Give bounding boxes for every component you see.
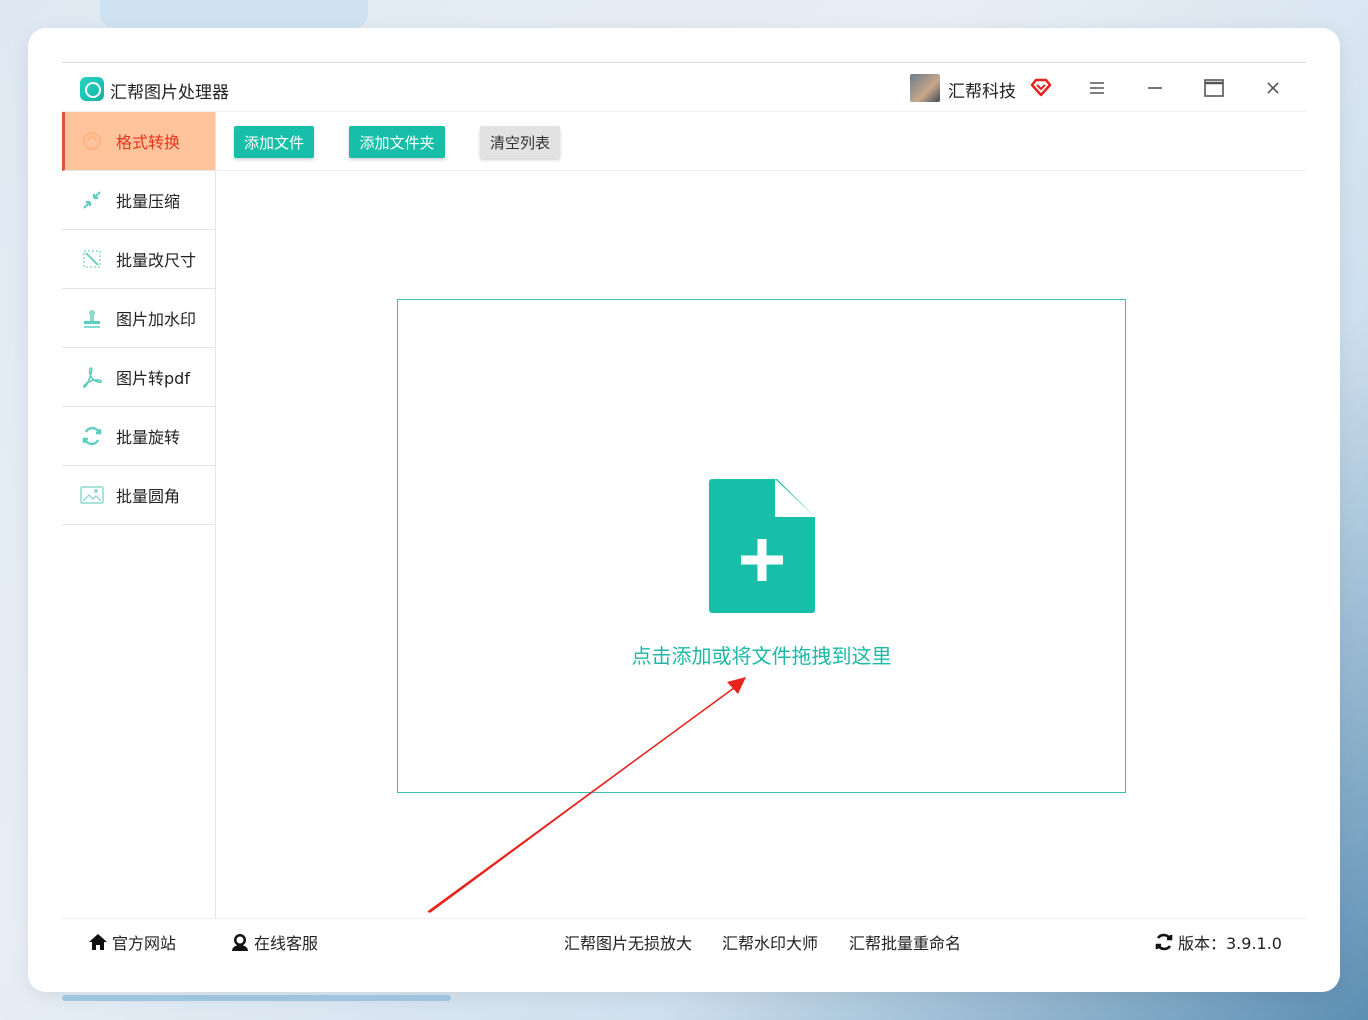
add-file-icon [709,479,815,613]
sidebar-item-label: 批量圆角 [116,487,181,506]
sidebar-item-label: 图片加水印 [116,310,197,329]
footer: 官方网站 在线客服 汇帮图片无损放大 汇帮水印大师 汇帮批量重命名 版本：3.9… [62,918,1306,961]
menu-icon [1090,82,1104,94]
toolbar: 添加文件 添加文件夹 清空列表 [216,112,1306,171]
rotate-icon [80,424,104,448]
add-file-button[interactable]: 添加文件 [234,126,314,158]
file-drop-zone[interactable]: 点击添加或将文件拖拽到这里 [397,299,1126,793]
batch-rename-link[interactable]: 汇帮批量重命名 [849,930,961,954]
minimize-icon [1148,87,1162,89]
official-site-link[interactable]: 官方网站 [88,930,176,954]
app-logo-icon [80,77,104,101]
drop-zone-text: 点击添加或将文件拖拽到这里 [631,644,892,668]
customer-service-icon [232,934,248,951]
version-info[interactable]: 版本：3.9.1.0 [1154,930,1282,954]
sidebar-item-to-pdf[interactable]: 图片转pdf [62,348,215,407]
sidebar-item-label: 批量压缩 [116,192,181,211]
minimize-button[interactable] [1142,75,1168,101]
app-window: 汇帮图片处理器 汇帮科技 格式转换 批量压缩 批量改尺寸 图片加水印 图片转pd… [62,62,1306,960]
user-name[interactable]: 汇帮科技 [948,77,1016,102]
sidebar: 格式转换 批量压缩 批量改尺寸 图片加水印 图片转pdf 批量旋转 批量圆角 [62,112,216,918]
sidebar-item-label: 批量改尺寸 [116,251,197,270]
app-title: 汇帮图片处理器 [110,83,229,103]
sidebar-item-resize[interactable]: 批量改尺寸 [62,230,215,289]
resize-icon [80,247,104,271]
vip-icon[interactable] [1030,76,1052,98]
title-bar: 汇帮图片处理器 汇帮科技 [62,63,1306,112]
round-corner-icon [80,483,104,507]
online-service-label: 在线客服 [254,934,319,953]
sidebar-item-compress[interactable]: 批量压缩 [62,171,215,230]
refresh-icon [1155,933,1173,951]
maximize-button[interactable] [1201,75,1227,101]
lossless-upscale-link[interactable]: 汇帮图片无损放大 [564,930,692,954]
close-icon [1267,82,1279,94]
sidebar-item-rotate[interactable]: 批量旋转 [62,407,215,466]
format-convert-icon [80,129,104,153]
sidebar-item-format-convert[interactable]: 格式转换 [62,112,215,171]
sidebar-item-label: 格式转换 [116,133,181,152]
sidebar-item-watermark[interactable]: 图片加水印 [62,289,215,348]
official-site-label: 官方网站 [112,934,177,953]
close-button[interactable] [1260,75,1286,101]
version-label: 版本：3.9.1.0 [1178,934,1282,953]
maximize-icon [1204,79,1224,97]
watermark-master-link[interactable]: 汇帮水印大师 [722,930,818,954]
watermark-icon [80,306,104,330]
background-decoration [100,0,368,28]
user-avatar[interactable] [910,74,940,102]
menu-button[interactable] [1084,75,1110,101]
background-bar [62,995,451,1001]
sidebar-item-label: 批量旋转 [116,428,181,447]
compress-icon [80,188,104,212]
add-folder-button[interactable]: 添加文件夹 [349,126,445,158]
sidebar-item-label: 图片转pdf [116,369,190,388]
online-service-link[interactable]: 在线客服 [230,930,318,954]
pdf-icon [80,365,104,389]
sidebar-item-round-corner[interactable]: 批量圆角 [62,466,215,525]
clear-list-button[interactable]: 清空列表 [480,126,560,158]
home-icon [89,934,107,950]
